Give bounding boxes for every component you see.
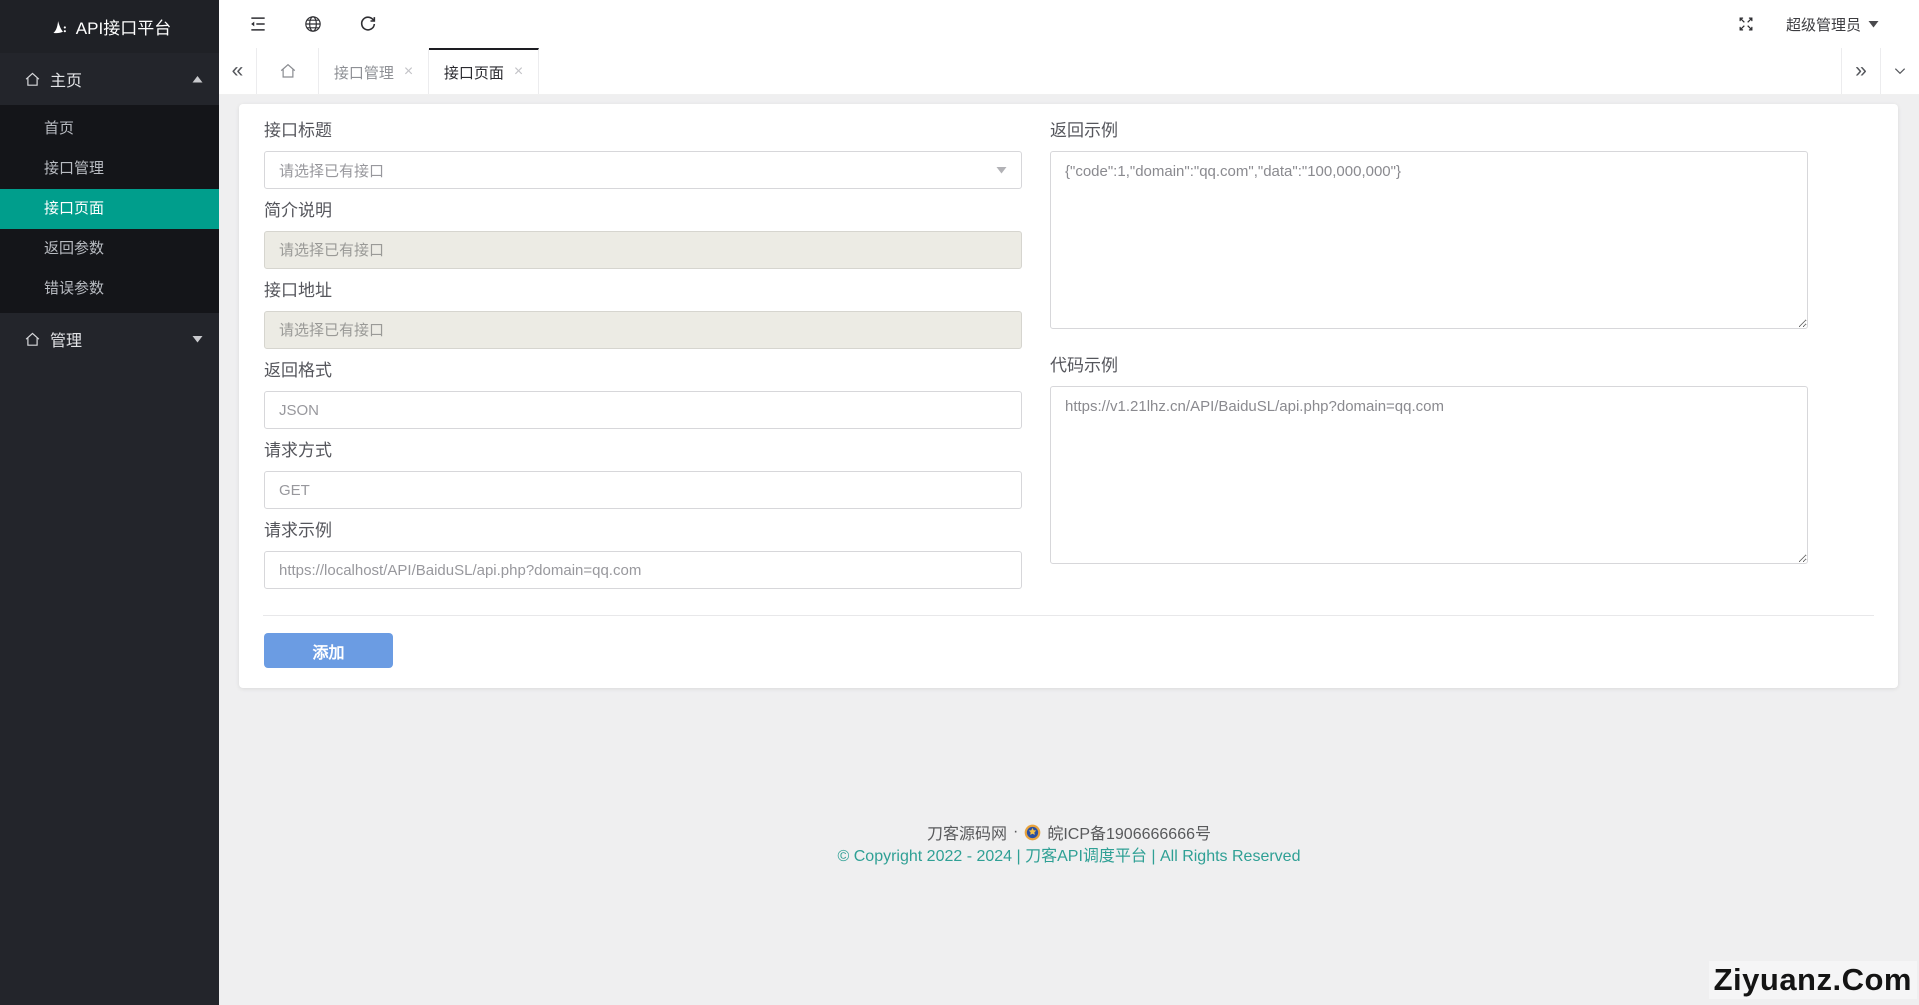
user-name: 超级管理员 — [1786, 14, 1861, 35]
sidebar-group-admin[interactable]: 管理 — [0, 313, 219, 365]
watermark: Ziyuanz.Com — [1709, 961, 1917, 999]
sidebar-group-home-label: 主页 — [50, 67, 192, 91]
code-example-textarea[interactable]: https://v1.21lhz.cn/API/BaiduSL/api.php?… — [1050, 386, 1808, 564]
footer-site-line: 刀客源码网 · 皖ICP备1906666666号 — [219, 820, 1919, 844]
app-title: API接口平台 — [76, 14, 171, 39]
code-example-label: 代码示例 — [1050, 356, 1808, 376]
main-area: 超级管理员 « 接口管理 × 接口页面 × — [219, 0, 1919, 1005]
request-method-field[interactable] — [264, 471, 1022, 509]
api-url-field — [264, 311, 1022, 349]
caret-up-icon — [192, 75, 203, 83]
tabbar-spacer — [539, 48, 1841, 94]
topbar: 超级管理员 — [219, 0, 1919, 48]
caret-down-icon — [192, 335, 203, 343]
api-title-label: 接口标题 — [264, 121, 1022, 141]
sidebar-item-api-page[interactable]: 接口页面 — [0, 189, 219, 229]
add-button[interactable]: 添加 — [264, 633, 393, 668]
summary-label: 简介说明 — [264, 201, 1022, 221]
sidebar-item-error-params[interactable]: 错误参数 — [0, 269, 219, 309]
request-example-label: 请求示例 — [264, 521, 1022, 541]
topbar-left — [219, 14, 378, 34]
collapse-sidebar-icon[interactable] — [248, 14, 268, 34]
app-root: API接口平台 主页 首页 接口管理 接口页面 返回参数 错误参数 管理 — [0, 0, 1919, 1005]
summary-field — [264, 231, 1022, 269]
tabbar: « 接口管理 × 接口页面 × » — [219, 48, 1919, 95]
topbar-right: 超级管理员 — [1736, 14, 1919, 35]
fullscreen-icon[interactable] — [1736, 14, 1756, 34]
footer-separator: · — [1013, 823, 1018, 841]
close-icon[interactable]: × — [514, 63, 523, 81]
footer-site-name: 刀客源码网 — [927, 820, 1007, 844]
icp-badge-icon — [1024, 824, 1041, 841]
chevron-down-icon — [996, 166, 1007, 174]
home-icon — [24, 331, 41, 348]
return-format-label: 返回格式 — [264, 361, 1022, 381]
sidebar: API接口平台 主页 首页 接口管理 接口页面 返回参数 错误参数 管理 — [0, 0, 219, 1005]
tab-label: 接口管理 — [334, 62, 394, 83]
form-left-column: 接口标题 请选择已有接口 简介说明 — [264, 121, 1022, 589]
footer-copyright: © Copyright 2022 - 2024 | 刀客API调度平台 | Al… — [219, 845, 1919, 869]
sidebar-item-index[interactable]: 首页 — [0, 109, 219, 149]
form-card: 接口标题 请选择已有接口 简介说明 — [239, 104, 1898, 688]
form-divider — [263, 615, 1874, 616]
sidebar-group-admin-label: 管理 — [50, 327, 192, 351]
tabs-menu-button[interactable] — [1880, 48, 1919, 94]
return-example-label: 返回示例 — [1050, 121, 1808, 141]
sidebar-item-api-manage[interactable]: 接口管理 — [0, 149, 219, 189]
tab-label: 接口页面 — [444, 62, 504, 83]
content-area: 接口标题 请选择已有接口 简介说明 — [219, 95, 1919, 1005]
return-format-field[interactable] — [264, 391, 1022, 429]
api-title-select[interactable]: 请选择已有接口 — [264, 151, 1022, 189]
page-footer: 刀客源码网 · 皖ICP备1906666666号 © Copyright 202… — [219, 820, 1919, 869]
tab-api-manage[interactable]: 接口管理 × — [319, 48, 429, 94]
app-logo: API接口平台 — [0, 0, 219, 53]
request-method-label: 请求方式 — [264, 441, 1022, 461]
api-title-selected-value: 请选择已有接口 — [279, 160, 384, 181]
sidebar-item-return-params[interactable]: 返回参数 — [0, 229, 219, 269]
footer-icp-link[interactable]: 皖ICP备1906666666号 — [1047, 820, 1211, 844]
tab-home[interactable] — [257, 48, 319, 94]
home-icon — [24, 71, 41, 88]
user-menu[interactable]: 超级管理员 — [1786, 14, 1879, 35]
refresh-icon[interactable] — [358, 14, 378, 34]
tabs-scroll-right-button[interactable]: » — [1841, 48, 1880, 94]
request-example-field[interactable] — [264, 551, 1022, 589]
language-globe-icon[interactable] — [303, 14, 323, 34]
home-icon — [279, 62, 297, 80]
caret-down-icon — [1868, 20, 1879, 28]
return-example-textarea[interactable]: {"code":1,"domain":"qq.com","data":"100,… — [1050, 151, 1808, 329]
tabs-scroll-left-button[interactable]: « — [219, 48, 257, 94]
app-logo-icon — [48, 17, 68, 37]
api-url-label: 接口地址 — [264, 281, 1022, 301]
close-icon[interactable]: × — [404, 63, 413, 81]
form-right-column: 返回示例 {"code":1,"domain":"qq.com","data":… — [1050, 121, 1808, 589]
sidebar-submenu: 首页 接口管理 接口页面 返回参数 错误参数 — [0, 105, 219, 313]
sidebar-group-home[interactable]: 主页 — [0, 53, 219, 105]
tab-api-page[interactable]: 接口页面 × — [429, 48, 539, 94]
